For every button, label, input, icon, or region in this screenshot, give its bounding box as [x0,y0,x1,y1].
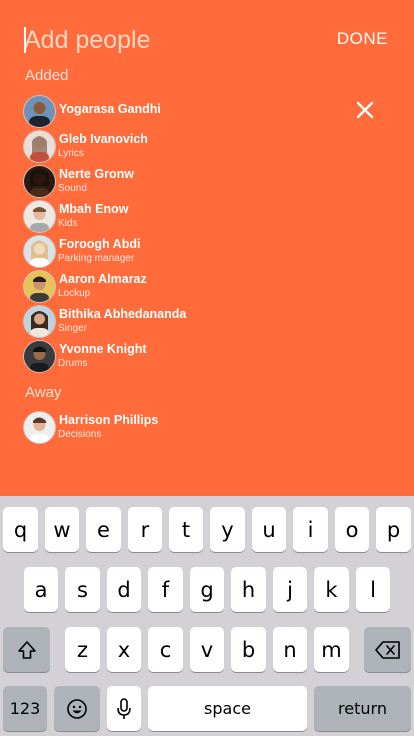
key-c[interactable]: c [148,627,183,672]
delete-key[interactable] [364,627,411,672]
space-key[interactable]: space [148,686,307,731]
person-name: Harrison Phillips [59,413,159,427]
microphone-icon [117,697,131,719]
list-item[interactable]: Aaron Almaraz Lockup [23,270,353,303]
key-t[interactable]: t [169,507,203,552]
person-role: Drums [58,358,88,369]
key-n[interactable]: n [273,627,307,672]
avatar [23,200,56,233]
dictation-key[interactable] [107,686,141,731]
person-name: Aaron Almaraz [59,272,147,286]
avatar [23,165,56,198]
list-item[interactable]: Yvonne Knight Drums [23,340,353,373]
person-role: Lockup [58,288,91,299]
shift-icon [17,640,36,659]
key-p[interactable]: p [376,507,411,552]
list-item[interactable]: Foroogh Abdi Parking manager [23,235,353,268]
avatar [23,130,56,163]
section-label-added: Added [25,67,69,84]
person-name: Yogarasa Gandhi [59,102,161,116]
avatar [23,235,56,268]
close-icon[interactable] [354,99,376,121]
list-item[interactable]: Harrison Phillips Decisions [23,411,353,444]
key-v[interactable]: v [190,627,224,672]
avatar [23,411,56,444]
emoji-key[interactable] [54,686,100,731]
list-item[interactable]: Nerte Gronw Sound [23,165,353,198]
avatar [23,305,56,338]
key-i[interactable]: i [293,507,328,552]
person-role: Kids [58,218,78,229]
person-role: Decisions [58,429,102,440]
key-w[interactable]: w [45,507,79,552]
delete-icon [374,640,400,659]
text-cursor [24,27,26,53]
key-f[interactable]: f [148,567,183,612]
avatar [23,270,56,303]
person-name: Foroogh Abdi [59,237,141,251]
person-role: Singer [58,323,87,334]
list-item[interactable]: Mbah Enow Kids [23,200,353,233]
key-g[interactable]: g [190,567,224,612]
key-u[interactable]: u [252,507,286,552]
person-name: Gleb Ivanovich [59,132,148,146]
add-people-input[interactable]: Add people [24,24,284,56]
done-button[interactable]: DONE [337,29,388,49]
key-j[interactable]: j [273,567,307,612]
list-item[interactable]: Gleb Ivanovich Lyrics [23,130,353,163]
list-item[interactable]: Bithika Abhedananda Singer [23,305,353,338]
key-z[interactable]: z [65,627,100,672]
person-name: Nerte Gronw [59,167,135,181]
return-key[interactable]: return [314,686,411,731]
key-l[interactable]: l [356,567,390,612]
key-h[interactable]: h [231,567,266,612]
person-name: Bithika Abhedananda [59,307,187,321]
avatar [23,340,56,373]
section-label-away: Away [25,384,62,401]
shift-key[interactable] [3,627,50,672]
person-role: Lyrics [58,148,84,159]
person-name: Mbah Enow [59,202,129,216]
list-item[interactable]: Yogarasa Gandhi [23,95,353,128]
key-e[interactable]: e [86,507,121,552]
emoji-icon [67,698,87,719]
avatar [23,95,56,128]
key-y[interactable]: y [210,507,245,552]
key-d[interactable]: d [107,567,141,612]
key-b[interactable]: b [231,627,266,672]
numbers-key[interactable]: 123 [3,686,47,731]
key-x[interactable]: x [107,627,141,672]
key-r[interactable]: r [128,507,162,552]
key-a[interactable]: a [24,567,58,612]
keyboard: q w e r t y u i o p a s d f g h j k l z … [0,496,414,736]
key-k[interactable]: k [314,567,349,612]
key-q[interactable]: q [3,507,38,552]
person-role: Parking manager [58,253,135,264]
person-role: Sound [58,183,87,194]
add-people-screen: Add people DONE Added Yogarasa Gandhi Gl… [0,0,414,736]
key-o[interactable]: o [335,507,369,552]
key-s[interactable]: s [65,567,100,612]
person-name: Yvonne Knight [59,342,147,356]
key-m[interactable]: m [314,627,349,672]
